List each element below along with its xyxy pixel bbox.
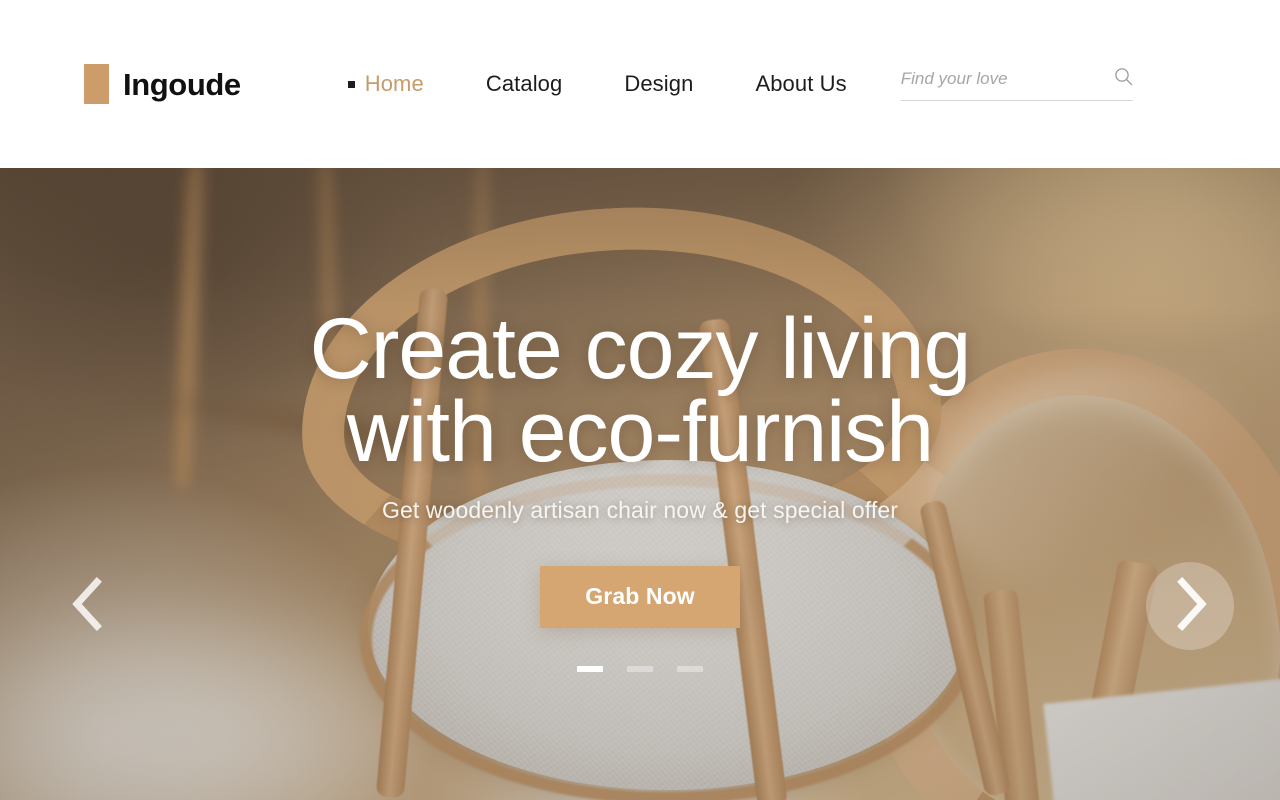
nav-label-home: Home [364,71,424,96]
main-navigation: Home Catalog Design About Us [347,71,847,96]
landing-page: Ingoude Home Catalog Design About Us Fin… [0,0,1280,800]
hero-title-line-2: with eco-furnish [346,384,934,481]
nav-item-catalog[interactable]: Catalog [486,73,563,95]
nav-item-about-us[interactable]: About Us [755,73,846,95]
nav-item-design[interactable]: Design [624,73,693,95]
carousel-dot-2[interactable] [627,665,653,672]
search-icon[interactable] [1114,67,1133,91]
search-input[interactable] [900,69,1091,89]
grab-now-button[interactable]: Grab Now [540,565,740,628]
carousel-indicators [577,665,703,672]
nav-label-catalog: Catalog [485,71,563,96]
chevron-right-icon [1170,576,1210,637]
carousel-dot-3[interactable] [677,665,703,672]
brand-logo[interactable]: Ingoude [84,64,241,104]
bullet-icon [347,80,355,88]
hero-title: Create cozy living with eco-furnish [309,301,972,481]
site-header: Ingoude Home Catalog Design About Us [0,0,1280,168]
nav-label-design: Design [624,71,694,96]
hero-title-line-1: Create cozy living [309,301,972,397]
nav-item-home[interactable]: Home [347,71,424,96]
chevron-left-icon [68,576,108,637]
hero-subtitle: Get woodenly artisan chair now & get spe… [382,496,898,523]
hero-carousel: Create cozy living with eco-furnish Get … [0,168,1280,800]
logo-mark-icon [84,64,109,104]
brand-name: Ingoude [123,66,241,102]
nav-label-about-us: About Us [755,71,847,96]
carousel-next-button[interactable] [1146,562,1234,650]
carousel-dot-1[interactable] [577,665,603,672]
carousel-prev-button[interactable] [60,568,116,644]
hero-content: Create cozy living with eco-furnish Get … [0,168,1280,800]
search-box[interactable] [900,67,1133,101]
